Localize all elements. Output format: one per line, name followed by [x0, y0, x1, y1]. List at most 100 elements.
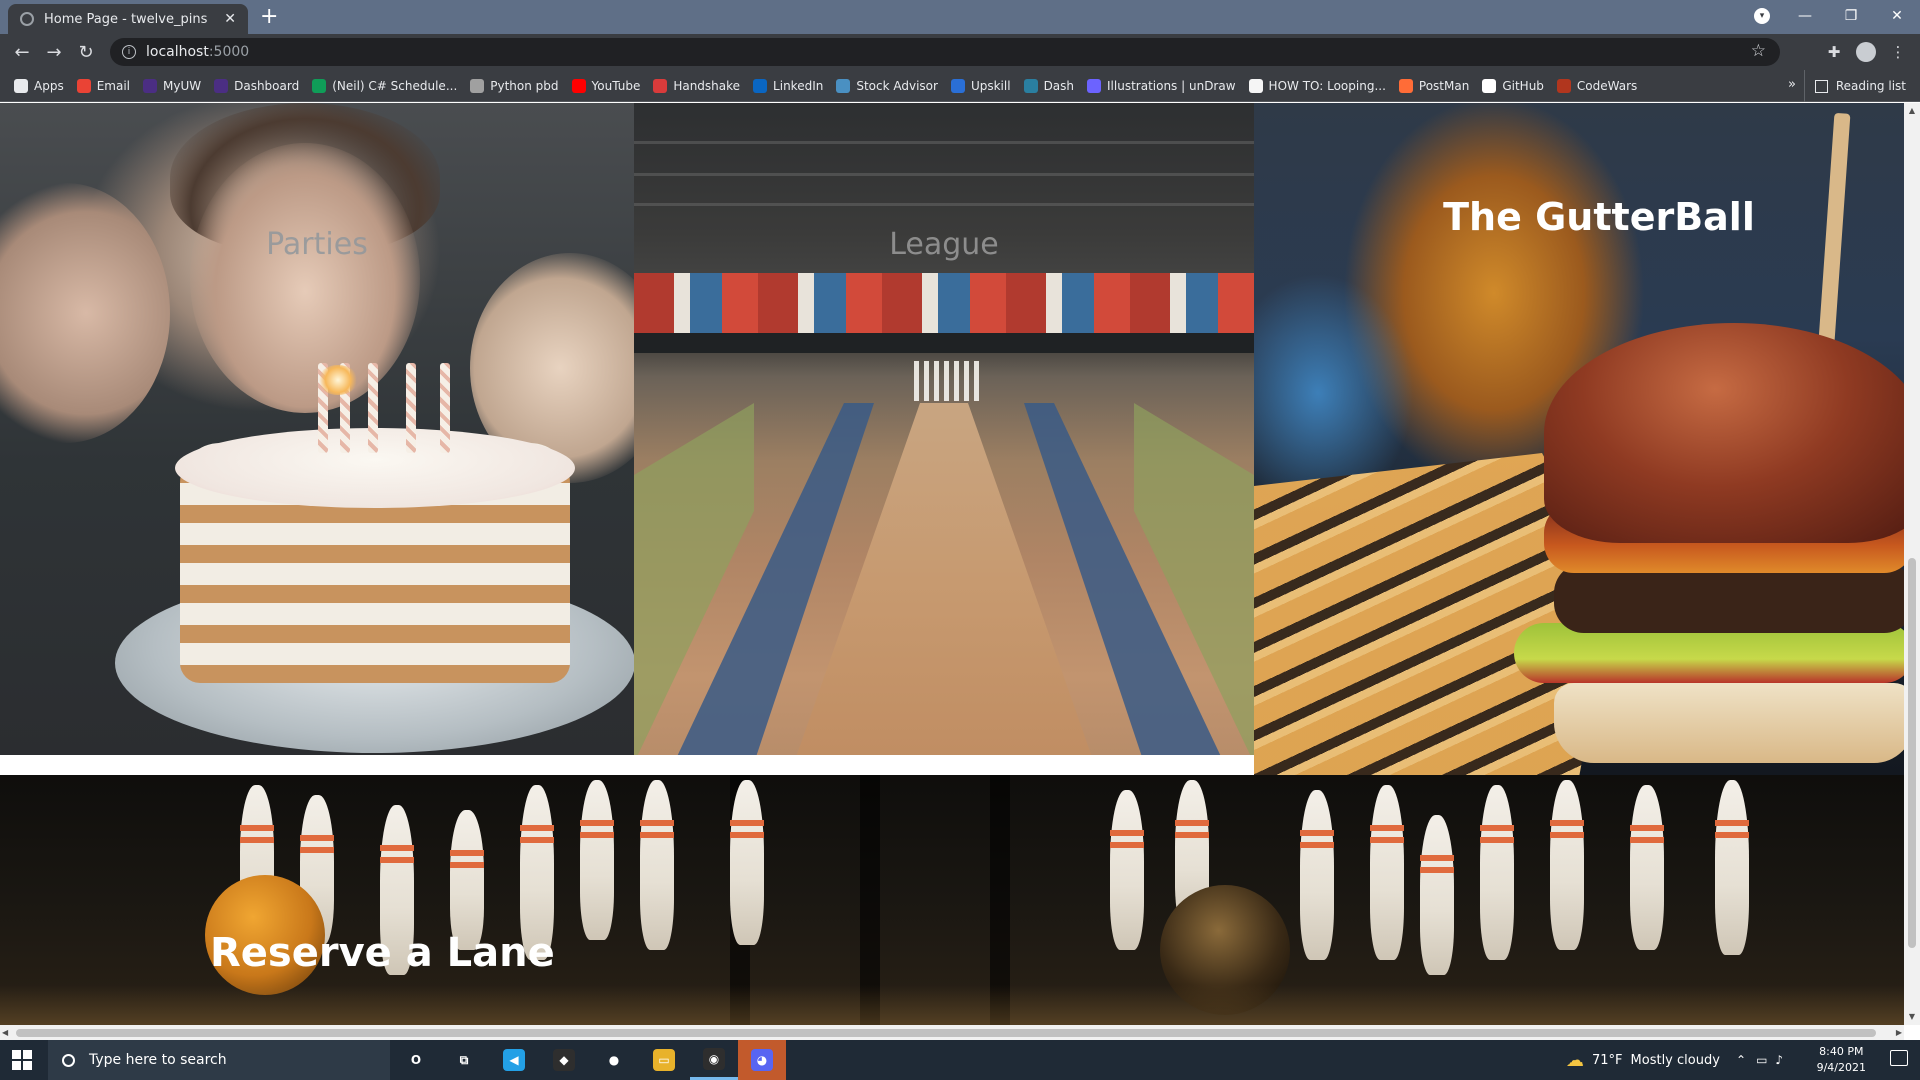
bookmark-label: YouTube: [591, 79, 641, 93]
bookmark-star-icon[interactable]: ☆: [1751, 41, 1766, 61]
bookmark-neil-c-schedule[interactable]: (Neil) C# Schedule...: [312, 79, 457, 93]
bun-bottom-image: [1554, 683, 1904, 763]
bookmark-label: MyUW: [163, 79, 202, 93]
bookmark-myuw[interactable]: MyUW: [143, 79, 201, 93]
sheets-icon: [312, 79, 327, 93]
pin-stripe: [1550, 820, 1584, 826]
pin-stripe: [240, 837, 274, 843]
gutterball-panel[interactable]: The GutterBall: [1254, 103, 1904, 775]
pin-stripe: [1480, 825, 1514, 831]
pin-stripe: [520, 825, 554, 831]
pin-stripe: [450, 850, 484, 856]
bookmark-dash[interactable]: Dash: [1023, 79, 1074, 93]
taskbar-discord-button[interactable]: ◕: [738, 1040, 786, 1080]
reserve-lane-panel[interactable]: Reserve a Lane: [0, 775, 1904, 1025]
restore-button[interactable]: ❐: [1828, 0, 1874, 32]
taskbar-file-explorer-button[interactable]: ▭: [640, 1040, 688, 1080]
extensions-puzzle-icon[interactable]: ✚: [1824, 42, 1844, 62]
bookmarks-overflow-button[interactable]: »: [1788, 77, 1796, 92]
new-tab-button[interactable]: +: [260, 5, 278, 29]
horizontal-scroll-thumb[interactable]: [16, 1029, 1876, 1037]
stock-advisor-icon: [836, 79, 851, 93]
pin-stripe: [730, 820, 764, 826]
myuw-icon: [143, 79, 157, 93]
lane-number-bar: [634, 333, 1254, 353]
forward-arrow-icon[interactable]: →: [42, 40, 66, 64]
bookmark-illustrations-undraw[interactable]: Illustrations | unDraw: [1087, 79, 1236, 93]
bookmark-email[interactable]: Email: [76, 79, 130, 93]
ceiling-beam: [634, 173, 1254, 176]
bookmark-postman[interactable]: PostMan: [1398, 79, 1469, 93]
uw-dashboard-icon: [214, 79, 229, 93]
minimize-button[interactable]: —: [1782, 0, 1828, 32]
tab-title: Home Page - twelve_pins: [44, 11, 208, 27]
volume-icon[interactable]: ♪: [1775, 1053, 1783, 1067]
pin-stripe: [300, 835, 334, 841]
windows-start-icon[interactable]: [12, 1050, 32, 1070]
menu-kebab-icon[interactable]: ⋮: [1888, 42, 1908, 62]
scroll-left-arrow-icon[interactable]: ◀: [2, 1025, 8, 1040]
bookmark-github[interactable]: GitHub: [1482, 79, 1544, 93]
file-explorer-icon: ▭: [653, 1049, 675, 1071]
bookmark-stock-advisor[interactable]: Stock Advisor: [836, 79, 938, 93]
taskbar-search-box[interactable]: Type here to search: [48, 1040, 390, 1080]
bookmark-label: Dashboard: [234, 79, 300, 93]
vertical-scrollbar[interactable]: ▲ ▼: [1904, 103, 1920, 1025]
bowling-pin-image: [1630, 785, 1664, 950]
bookmark-codewars[interactable]: CodeWars: [1556, 79, 1637, 93]
cortana-icon: O: [410, 1053, 422, 1067]
browser-tab[interactable]: Home Page - twelve_pins ✕: [8, 4, 248, 34]
bookmark-python-pbd[interactable]: Python pbd: [470, 79, 559, 93]
bowling-pins-far-image: [914, 361, 984, 401]
scroll-up-arrow-icon[interactable]: ▲: [1904, 103, 1920, 119]
bookmark-apps[interactable]: Apps: [14, 79, 64, 93]
reload-icon[interactable]: ↻: [74, 40, 98, 64]
scroll-down-arrow-icon[interactable]: ▼: [1904, 1009, 1920, 1025]
pin-stripe: [1630, 825, 1664, 831]
network-icon[interactable]: ▭: [1756, 1053, 1767, 1067]
notifications-icon[interactable]: [1890, 1050, 1908, 1066]
bookmark-label: Handshake: [673, 79, 741, 93]
scroll-right-arrow-icon[interactable]: ▶: [1896, 1025, 1902, 1040]
taskbar-paint-button[interactable]: ●: [590, 1040, 638, 1080]
taskbar-clock[interactable]: 8:40 PM 9/4/2021: [1817, 1044, 1866, 1076]
bookmark-linkedin[interactable]: LinkedIn: [753, 79, 823, 93]
bookmark-how-to-looping[interactable]: HOW TO: Looping...: [1248, 79, 1386, 93]
pin-stripe: [580, 820, 614, 826]
bookmark-handshake[interactable]: Handshake: [653, 79, 740, 93]
back-arrow-icon[interactable]: ←: [10, 40, 34, 64]
candle-image: [440, 363, 450, 453]
tab-search-icon[interactable]: ▾: [1754, 8, 1770, 24]
tab-strip: Home Page - twelve_pins ✕ + ▾ — ❐ ✕: [0, 0, 1920, 34]
close-window-button[interactable]: ✕: [1874, 0, 1920, 32]
parties-panel[interactable]: Parties: [0, 103, 634, 755]
weather-widget[interactable]: ☁ 71°F Mostly cloudy: [1566, 1040, 1720, 1080]
tab-close-icon[interactable]: ✕: [224, 11, 236, 27]
bookmark-upskill[interactable]: Upskill: [950, 79, 1011, 93]
taskbar-git-button[interactable]: ◆: [540, 1040, 588, 1080]
reading-list-button[interactable]: Reading list: [1803, 70, 1906, 102]
bookmark-label: Python pbd: [490, 79, 559, 93]
pin-stripe: [380, 857, 414, 863]
taskbar-vscode-button[interactable]: ◀: [490, 1040, 538, 1080]
taskbar-chrome-button[interactable]: ◉: [690, 1040, 738, 1080]
taskbar-task-view-button[interactable]: ⧉: [440, 1040, 488, 1080]
taskbar-cortana-button[interactable]: O: [392, 1040, 440, 1080]
ceiling-beam: [634, 203, 1254, 206]
search-icon: [62, 1053, 75, 1067]
pin-stripe: [1420, 855, 1454, 861]
league-panel[interactable]: League: [634, 103, 1254, 755]
bookmark-dashboard[interactable]: Dashboard: [214, 79, 299, 93]
horizontal-scrollbar[interactable]: ◀ ▶: [0, 1025, 1904, 1040]
pin-stripe: [1420, 867, 1454, 873]
address-bar[interactable]: i localhost:5000 ☆: [110, 38, 1780, 66]
tray-chevron-icon[interactable]: ⌃: [1736, 1053, 1746, 1067]
candle-flame-image: [318, 365, 358, 395]
bookmark-youtube[interactable]: YouTube: [571, 79, 641, 93]
bookmark-label: LinkedIn: [773, 79, 824, 93]
site-info-icon[interactable]: i: [122, 45, 136, 59]
profile-avatar[interactable]: [1856, 42, 1876, 62]
candle-image: [406, 363, 416, 453]
vertical-scroll-thumb[interactable]: [1908, 558, 1916, 948]
child-center-image: [190, 143, 420, 413]
